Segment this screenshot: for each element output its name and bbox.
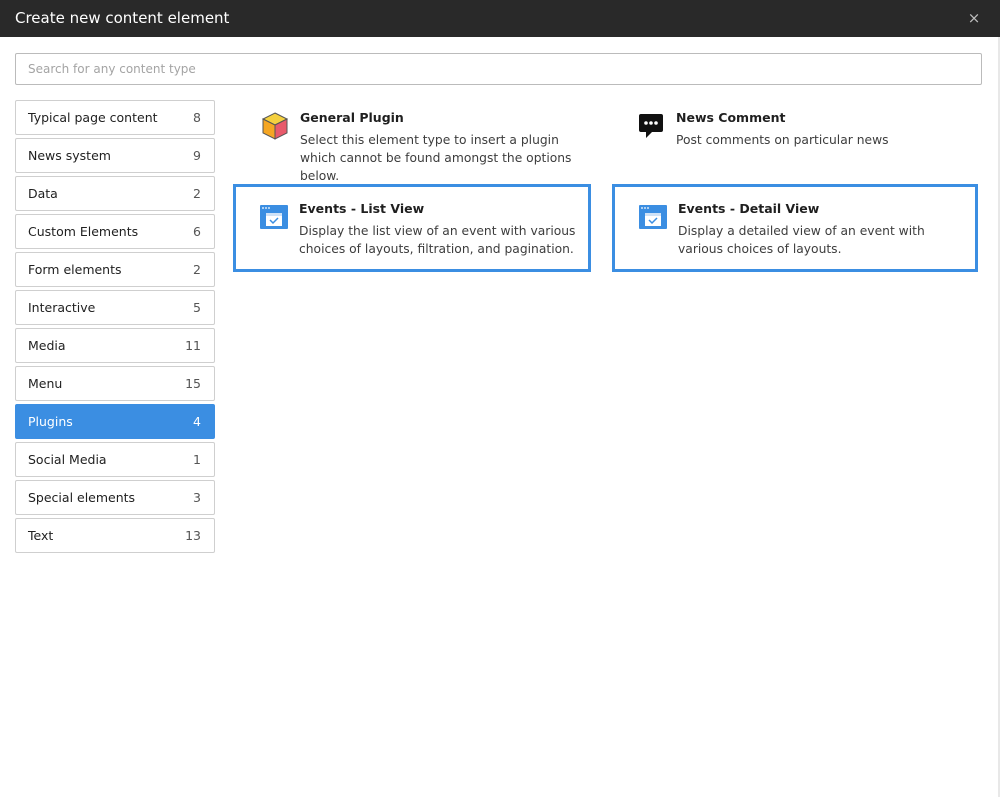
element-card-events-list-view[interactable]: Events - List View Display the list view… [233,184,591,272]
category-count: 1 [193,452,201,467]
element-title: News Comment [676,110,786,125]
category-count: 2 [193,262,201,277]
category-count: 6 [193,224,201,239]
category-count: 4 [193,414,201,429]
element-description: Select this element type to insert a plu… [300,133,572,183]
plugin-cube-icon [261,112,289,140]
category-item-news-system[interactable]: News system 9 [15,138,215,173]
element-description: Display the list view of an event with v… [299,224,576,256]
element-description: Display a detailed view of an event with… [678,224,925,256]
category-count: 15 [185,376,201,391]
category-label: Interactive [28,300,96,315]
category-item-menu[interactable]: Menu 15 [15,366,215,401]
category-count: 8 [193,110,201,125]
category-label: Social Media [28,452,107,467]
category-label: Special elements [28,490,136,505]
category-count: 11 [185,338,201,353]
category-count: 3 [193,490,201,505]
calendar-window-icon [639,205,667,229]
category-label: Media [28,338,66,353]
element-card-events-detail-view[interactable]: Events - Detail View Display a detailed … [612,184,978,272]
category-label: News system [28,148,111,163]
category-item-interactive[interactable]: Interactive 5 [15,290,215,325]
modal-body: Typical page content 8 News system 9 Dat… [0,37,1000,797]
modal-title: Create new content element [15,9,230,27]
close-button[interactable]: × [966,10,982,26]
calendar-window-icon [260,205,288,229]
category-item-media[interactable]: Media 11 [15,328,215,363]
category-item-data[interactable]: Data 2 [15,176,215,211]
category-item-special-elements[interactable]: Special elements 3 [15,480,215,515]
category-label: Plugins [28,414,73,429]
category-count: 5 [193,300,201,315]
category-count: 2 [193,186,201,201]
category-item-form-elements[interactable]: Form elements 2 [15,252,215,287]
category-item-plugins[interactable]: Plugins 4 [15,404,215,439]
element-card-general-plugin[interactable]: General Plugin Select this element type … [234,93,592,183]
element-title: Events - Detail View [678,201,820,216]
category-count: 9 [193,148,201,163]
category-item-text[interactable]: Text 13 [15,518,215,553]
category-label: Form elements [28,262,122,277]
comment-bubble-icon [639,114,663,138]
category-count: 13 [185,528,201,543]
category-list: Typical page content 8 News system 9 Dat… [15,100,215,556]
category-label: Custom Elements [28,224,139,239]
category-label: Data [28,186,58,201]
category-label: Text [28,528,54,543]
category-label: Typical page content [28,110,158,125]
element-description: Post comments on particular news [676,133,889,147]
category-item-custom-elements[interactable]: Custom Elements 6 [15,214,215,249]
modal-header: Create new content element × [0,0,1000,37]
search-input[interactable] [15,53,982,85]
category-item-social-media[interactable]: Social Media 1 [15,442,215,477]
element-title: Events - List View [299,201,425,216]
category-label: Menu [28,376,63,391]
element-title: General Plugin [300,110,404,125]
element-card-news-comment[interactable]: News Comment Post comments on particular… [610,93,980,181]
category-item-typical-page-content[interactable]: Typical page content 8 [15,100,215,135]
